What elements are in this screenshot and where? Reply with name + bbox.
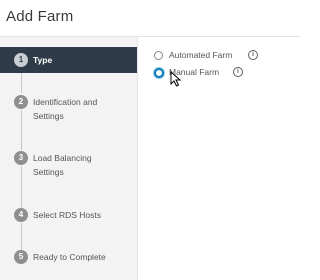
add-farm-dialog: Add Farm 1 Type 2 Identification and Set… bbox=[0, 0, 300, 280]
step-number-badge: 1 bbox=[14, 53, 28, 67]
farm-type-panel: Automated Farm i Manual Farm i bbox=[138, 37, 300, 280]
wizard-step-select-rds-hosts[interactable]: 4 Select RDS Hosts bbox=[0, 208, 137, 224]
step-number-badge: 5 bbox=[14, 250, 28, 264]
automated-farm-label[interactable]: Automated Farm bbox=[169, 50, 232, 60]
step-label-line2: Settings bbox=[33, 167, 64, 177]
dialog-title: Add Farm bbox=[6, 8, 74, 25]
step-connector-line bbox=[20, 73, 22, 93]
wizard-steps-sidebar: 1 Type 2 Identification and Settings 3 L… bbox=[0, 37, 138, 280]
step-label-line1: Identification and bbox=[33, 97, 98, 107]
automated-farm-radio[interactable] bbox=[154, 51, 163, 60]
step-label: Ready to Complete bbox=[33, 252, 106, 262]
step-number-badge: 2 bbox=[14, 95, 28, 109]
step-label: Select RDS Hosts bbox=[33, 210, 102, 220]
mouse-pointer-icon bbox=[170, 71, 182, 87]
step-number-badge: 3 bbox=[14, 151, 28, 165]
step-label-line1: Load Balancing bbox=[33, 153, 92, 163]
step-number-badge: 4 bbox=[14, 208, 28, 222]
info-icon[interactable]: i bbox=[248, 50, 258, 60]
step-connector-line bbox=[20, 110, 22, 150]
step-connector-line bbox=[20, 223, 22, 250]
wizard-step-ready-to-complete[interactable]: 5 Ready to Complete bbox=[0, 250, 137, 266]
step-label-line2: Settings bbox=[33, 111, 64, 121]
info-icon[interactable]: i bbox=[233, 67, 243, 77]
dialog-header: Add Farm bbox=[0, 0, 300, 37]
wizard-step-type[interactable]: 1 Type bbox=[0, 47, 137, 73]
manual-farm-radio[interactable] bbox=[153, 67, 164, 78]
step-connector-line bbox=[20, 166, 22, 208]
step-label: Type bbox=[33, 55, 53, 65]
